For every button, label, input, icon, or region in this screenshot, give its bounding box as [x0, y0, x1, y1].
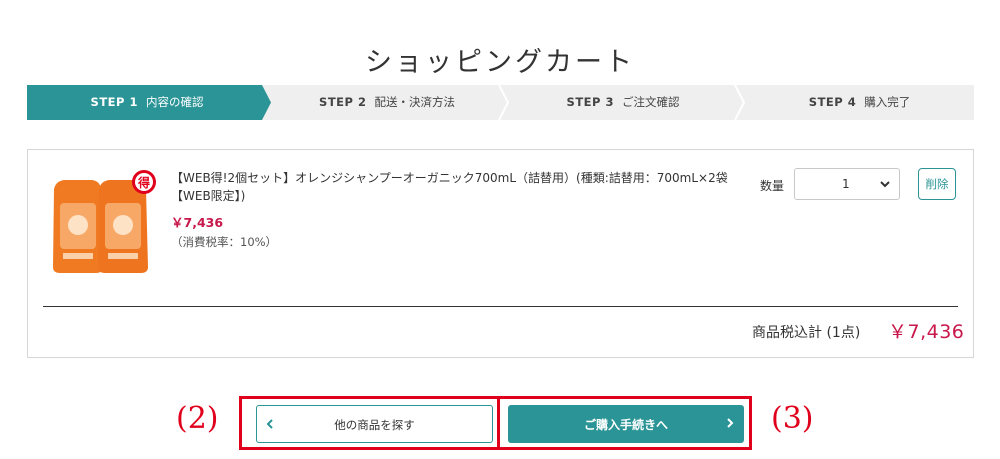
step-1: STEP 1 内容の確認: [90, 95, 204, 109]
step-2: STEP 2 配送・決済方法: [319, 95, 455, 109]
web-deal-badge-icon: 得: [132, 170, 156, 194]
subtotal-label: 商品税込計 (1点): [752, 325, 861, 341]
total-divider: [43, 306, 958, 307]
proceed-to-checkout-button[interactable]: ご購入手続きへ: [508, 405, 744, 443]
continue-shopping-button[interactable]: 他の商品を探す: [256, 405, 493, 443]
annotation-2: (2): [176, 401, 219, 436]
annotation-3: (3): [771, 401, 814, 436]
page-title: ショッピングカート: [365, 47, 635, 79]
step-3: STEP 3 ご注文確認: [566, 95, 680, 109]
quantity-select[interactable]: 1: [794, 168, 900, 200]
checkout-steps: STEP 1 内容の確認 STEP 2 配送・決済方法 STEP 3 ご注文確認 ST…: [27, 85, 974, 120]
badge-text: 得: [137, 175, 150, 190]
step-4: STEP 4 購入完了: [808, 95, 911, 109]
product-name[interactable]: 【WEB得!2個セット】オレンジシャンプーオーガニック700mL（詰替用）(種類…: [171, 169, 731, 205]
chevron-down-icon: [880, 181, 890, 188]
product-price: ￥7,436: [171, 215, 224, 230]
quantity-value: 1: [842, 177, 850, 191]
chevron-right-icon: [727, 418, 734, 428]
annotation-highlight-divider: [497, 396, 500, 450]
continue-shopping-label: 他の商品を探す: [334, 418, 415, 432]
product-tax-rate: （消費税率：10%）: [171, 235, 278, 249]
quantity-label: 数量: [760, 179, 785, 193]
cart-item-panel: 得 【WEB得!2個セット】オレンジシャンプーオーガニック700mL（詰替用）(…: [27, 149, 974, 358]
delete-button[interactable]: 削除: [918, 168, 956, 200]
subtotal-value: ￥7,436: [888, 321, 965, 343]
proceed-to-checkout-label: ご購入手続きへ: [583, 418, 668, 432]
